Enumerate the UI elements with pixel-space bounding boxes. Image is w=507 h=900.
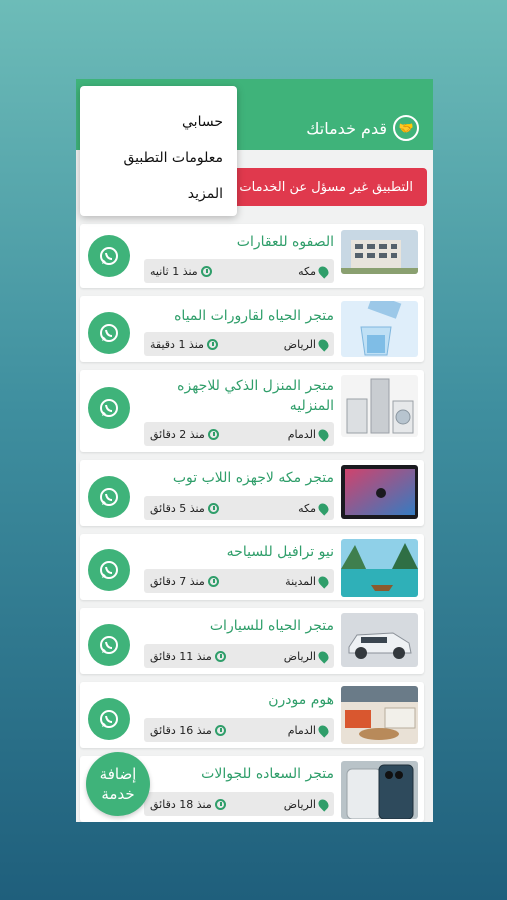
listing-time: منذ 1 دقيقة xyxy=(150,337,204,351)
listing-card[interactable]: متجر الحياه للسيارات الرياض منذ 11 دقائق xyxy=(80,608,424,674)
add-service-label-line2: خدمة xyxy=(101,785,135,803)
listing-card[interactable]: متجر الحياه لقارورات المياه الرياض منذ 1… xyxy=(80,296,424,362)
location-pin-icon xyxy=(316,648,331,664)
whatsapp-button[interactable] xyxy=(88,624,130,666)
listing-city: الرياض xyxy=(283,797,316,811)
app-title: قدم خدماتك xyxy=(306,118,387,138)
clock-icon xyxy=(207,502,219,514)
whatsapp-button[interactable] xyxy=(88,235,130,277)
listing-city: الدمام xyxy=(287,427,316,441)
listing-time: منذ 1 ثانيه xyxy=(150,264,198,278)
location-pin-icon xyxy=(316,336,331,352)
listing-city: المدينة xyxy=(285,574,316,588)
clock-icon xyxy=(207,428,219,440)
brand[interactable]: 🤝 قدم خدماتك xyxy=(306,115,419,141)
listing-meta: مكه منذ 1 ثانيه xyxy=(144,259,334,283)
add-service-button[interactable]: إضافة خدمة xyxy=(86,752,150,816)
listing-image-laptop xyxy=(341,465,418,519)
listing-title[interactable]: الصفوه للعقارات xyxy=(237,232,334,252)
whatsapp-icon xyxy=(100,399,118,417)
listing-title[interactable]: متجر المنزل الذكي للاجهزه المنزليه xyxy=(164,376,334,416)
listing-meta: مكه منذ 5 دقائق xyxy=(144,496,334,520)
listing-meta: الدمام منذ 2 دقائق xyxy=(144,422,334,446)
location-pin-icon xyxy=(316,796,331,812)
listing-city: الرياض xyxy=(283,649,316,663)
listing-meta: المدينة منذ 7 دقائق xyxy=(144,569,334,593)
whatsapp-icon xyxy=(100,561,118,579)
whatsapp-icon xyxy=(100,710,118,728)
whatsapp-button[interactable] xyxy=(88,387,130,429)
whatsapp-button[interactable] xyxy=(88,312,130,354)
clock-icon xyxy=(207,575,219,587)
listing-time: منذ 18 دقائق xyxy=(150,797,212,811)
clock-icon xyxy=(206,338,218,350)
listing-title[interactable]: متجر الحياه للسيارات xyxy=(210,616,334,636)
listing-card[interactable]: نيو ترافيل للسياحه المدينة منذ 7 دقائق xyxy=(80,534,424,600)
listing-meta: الرياض منذ 11 دقائق xyxy=(144,644,334,668)
clock-icon xyxy=(214,724,226,736)
listing-card[interactable]: هوم مودرن الدمام منذ 16 دقائق xyxy=(80,682,424,748)
listing-time: منذ 2 دقائق xyxy=(150,427,205,441)
listing-city: الرياض xyxy=(283,337,316,351)
listing-title[interactable]: متجر مكه لاجهزه اللاب توب xyxy=(173,468,334,488)
listing-card[interactable]: متجر مكه لاجهزه اللاب توب مكه منذ 5 دقائ… xyxy=(80,460,424,526)
listing-image-appliances xyxy=(341,375,418,437)
listing-image-travel xyxy=(341,539,418,597)
listing-city: الدمام xyxy=(287,723,316,737)
listing-title[interactable]: متجر الحياه لقارورات المياه xyxy=(174,306,334,326)
listing-image-phone xyxy=(341,761,418,819)
clock-icon xyxy=(214,798,226,810)
whatsapp-button[interactable] xyxy=(88,476,130,518)
whatsapp-button[interactable] xyxy=(88,549,130,591)
whatsapp-icon xyxy=(100,488,118,506)
clock-icon xyxy=(214,650,226,662)
menu-item-more[interactable]: المزيد xyxy=(80,176,237,212)
listing-meta: الدمام منذ 16 دقائق xyxy=(144,718,334,742)
listing-city: مكه xyxy=(298,501,316,515)
listing-card[interactable]: متجر المنزل الذكي للاجهزه المنزليه الدما… xyxy=(80,370,424,452)
listing-image-car xyxy=(341,613,418,667)
listing-time: منذ 11 دقائق xyxy=(150,649,212,663)
listing-image-building xyxy=(341,230,418,274)
listing-time: منذ 5 دقائق xyxy=(150,501,205,515)
menu-item-account[interactable]: حسابي xyxy=(80,104,237,140)
whatsapp-icon xyxy=(100,324,118,342)
app-screen: 🤝 قدم خدماتك التطبيق غير مسؤل عن الخدمات… xyxy=(76,79,433,822)
listing-title[interactable]: هوم مودرن xyxy=(268,690,334,710)
location-pin-icon xyxy=(316,263,331,279)
listing-city: مكه xyxy=(298,264,316,278)
location-pin-icon xyxy=(316,722,331,738)
listing-meta: الرياض منذ 18 دقائق xyxy=(144,792,334,816)
whatsapp-icon xyxy=(100,636,118,654)
whatsapp-icon xyxy=(100,247,118,265)
location-pin-icon xyxy=(316,500,331,516)
location-pin-icon xyxy=(316,426,331,442)
listing-meta: الرياض منذ 1 دقيقة xyxy=(144,332,334,356)
listing-image-furniture xyxy=(341,686,418,744)
listing-time: منذ 7 دقائق xyxy=(150,574,205,588)
listing-title[interactable]: نيو ترافيل للسياحه xyxy=(227,542,334,562)
listing-card[interactable]: الصفوه للعقارات مكه منذ 1 ثانيه xyxy=(80,224,424,288)
overflow-menu: حسابي معلومات التطبيق المزيد xyxy=(80,86,237,216)
handshake-icon: 🤝 xyxy=(393,115,419,141)
listing-time: منذ 16 دقائق xyxy=(150,723,212,737)
clock-icon xyxy=(200,265,212,277)
menu-item-app-info[interactable]: معلومات التطبيق xyxy=(80,140,237,176)
listing-image-water xyxy=(341,301,418,357)
listing-title[interactable]: متجر السعاده للجوالات xyxy=(201,764,334,784)
location-pin-icon xyxy=(316,573,331,589)
whatsapp-button[interactable] xyxy=(88,698,130,740)
add-service-label-line1: إضافة xyxy=(99,765,137,783)
